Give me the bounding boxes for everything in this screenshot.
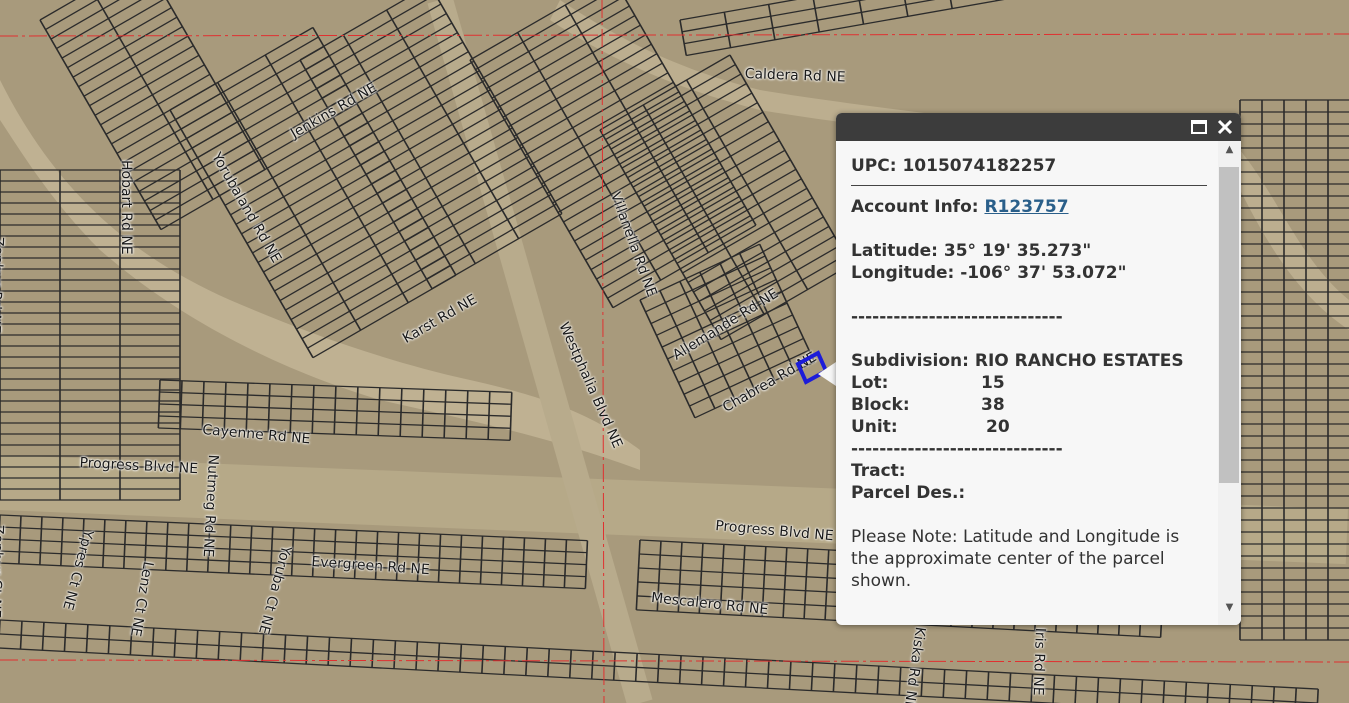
- lot-value: 15: [981, 373, 1005, 393]
- unit-row: Unit: 20: [851, 416, 1207, 438]
- tract-label: Tract:: [851, 461, 906, 481]
- popup-scrollbar[interactable]: ▲ ▼: [1218, 141, 1241, 625]
- scroll-down-arrow-icon[interactable]: ▼: [1218, 599, 1241, 617]
- road-label: Hobart Rd NE: [118, 160, 134, 255]
- scroll-thumb[interactable]: [1219, 167, 1239, 483]
- parcel-des-label: Parcel Des.:: [851, 483, 966, 503]
- parcel-info-popup: UPC: 1015074182257 Account Info: R123757…: [836, 113, 1241, 625]
- unit-value: 20: [986, 417, 1010, 437]
- close-icon: [1217, 119, 1233, 135]
- separator-dashes: ------------------------------: [851, 307, 1063, 327]
- map-view[interactable]: Caldera Rd NE Jenkins Rd NE Yorubaland Rd …: [0, 0, 1349, 703]
- maximize-button[interactable]: [1188, 116, 1210, 138]
- lot-label: Lot:: [851, 373, 889, 393]
- popup-header: [836, 113, 1241, 141]
- longitude: Longitude: -106° 37' 53.072": [851, 263, 1127, 283]
- upc-value: 1015074182257: [902, 156, 1057, 176]
- account-link[interactable]: R123757: [984, 197, 1068, 217]
- scroll-up-arrow-icon[interactable]: ▲: [1218, 141, 1241, 159]
- unit-label: Unit:: [851, 417, 898, 437]
- road-label: Iris Rd NE: [1029, 627, 1048, 696]
- close-button[interactable]: [1214, 116, 1236, 138]
- account-row: Account Info: R123757: [851, 196, 1207, 218]
- popup-body[interactable]: UPC: 1015074182257 Account Info: R123757…: [836, 141, 1218, 625]
- lat-long-note: Please Note: Latitude and Longitude is t…: [851, 527, 1180, 591]
- account-label: Account Info:: [851, 197, 979, 217]
- subdivision: Subdivision: RIO RANCHO ESTATES: [851, 351, 1184, 371]
- separator-dashes-2: ------------------------------: [851, 439, 1063, 459]
- block-value: 38: [981, 395, 1005, 415]
- maximize-icon: [1191, 120, 1207, 134]
- upc-row: UPC: 1015074182257: [851, 155, 1207, 186]
- popup-pointer: [818, 362, 836, 386]
- latitude: Latitude: 35° 19' 35.273": [851, 241, 1092, 261]
- block-label: Block:: [851, 395, 910, 415]
- upc-label: UPC:: [851, 156, 897, 176]
- lot-row: Lot: 15: [851, 372, 1207, 394]
- block-row: Block: 38: [851, 394, 1207, 416]
